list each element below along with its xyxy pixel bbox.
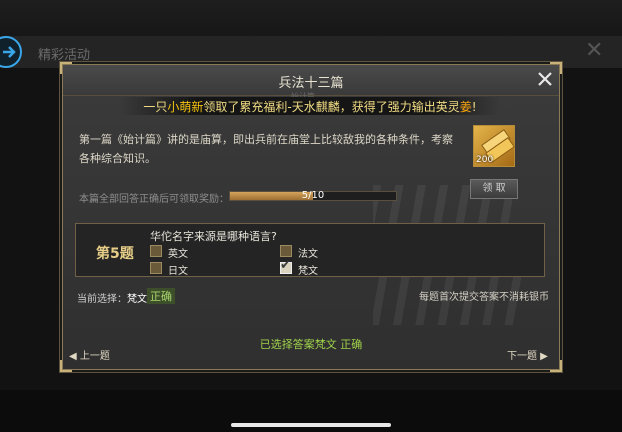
background-page-title: 精彩活动	[38, 48, 91, 63]
option-label: 法文	[298, 249, 318, 260]
option-checkbox[interactable]	[150, 245, 162, 257]
progress-label: 本篇全部回答正确后可领取奖励：	[79, 194, 229, 205]
progress-text: 5/10	[301, 190, 325, 201]
frame-corner	[550, 360, 562, 372]
checkmark-icon: ✔	[280, 258, 291, 273]
close-icon	[538, 72, 552, 86]
arrow-right-icon	[3, 46, 16, 58]
next-question-button[interactable]: 下一题 ▶	[507, 347, 548, 362]
background-close-icon: ✕	[585, 38, 604, 63]
correct-badge: 正确	[147, 288, 175, 304]
chapter-description: 第一篇《始计篇》讲的是庙算，即出兵前在庙堂上比较敌我的各种条件，考察各种综合知识…	[79, 133, 453, 165]
arrow-right-icon: ▶	[537, 351, 548, 362]
question-text: 华佗名字来源是哪种语言?	[150, 230, 277, 243]
option-checkbox[interactable]	[150, 262, 162, 274]
banner-hero: 姜	[459, 100, 472, 114]
banner-suffix: !	[471, 100, 477, 114]
option-label: 英文	[168, 249, 188, 260]
reward-count: 200	[476, 155, 494, 165]
close-button[interactable]	[533, 67, 557, 91]
question-panel: 第5题 华佗名字来源是哪种语言? 英文 法文 日文 ✔ 梵文	[75, 223, 545, 277]
option-checkbox-checked[interactable]: ✔	[280, 258, 292, 274]
banner-username: 小萌新	[167, 100, 204, 114]
claim-button[interactable]: 领 取	[470, 179, 518, 199]
question-number: 第5题	[96, 246, 134, 262]
option-checkbox[interactable]	[280, 245, 292, 257]
progress-bar: 5/10	[229, 190, 397, 201]
broadcast-banner: 一只小萌新领取了累充福利-天水麒麟，获得了强力输出英灵姜!	[119, 98, 501, 115]
next-label: 下一题	[507, 351, 537, 362]
dialog-title: 兵法十三篇	[278, 76, 344, 91]
reward-item[interactable]: 200	[473, 125, 515, 167]
option-label: 梵文	[298, 266, 318, 277]
current-selection-value: 梵文	[127, 294, 147, 305]
banner-prefix: 一只	[143, 100, 168, 114]
banner-message: 领取了累充福利-天水麒麟，获得了强力输出英灵	[203, 100, 460, 114]
previous-question-button[interactable]: ◀ 上一题	[69, 347, 110, 362]
arrow-left-icon: ◀	[69, 351, 80, 362]
answer-result: 已选择答案梵文 正确	[259, 338, 363, 351]
current-selection: 当前选择：梵文	[77, 290, 147, 305]
current-selection-label: 当前选择：	[77, 294, 127, 305]
quiz-dialog: 兵法十三篇 始计篇 一只小萌新领取了累充福利-天水麒麟，获得了强力输出英灵姜! …	[60, 62, 562, 372]
cost-note: 每题首次提交答案不消耗银币	[419, 292, 549, 303]
option-label: 日文	[168, 266, 188, 277]
home-indicator[interactable]	[231, 423, 391, 427]
previous-label: 上一题	[79, 351, 110, 362]
